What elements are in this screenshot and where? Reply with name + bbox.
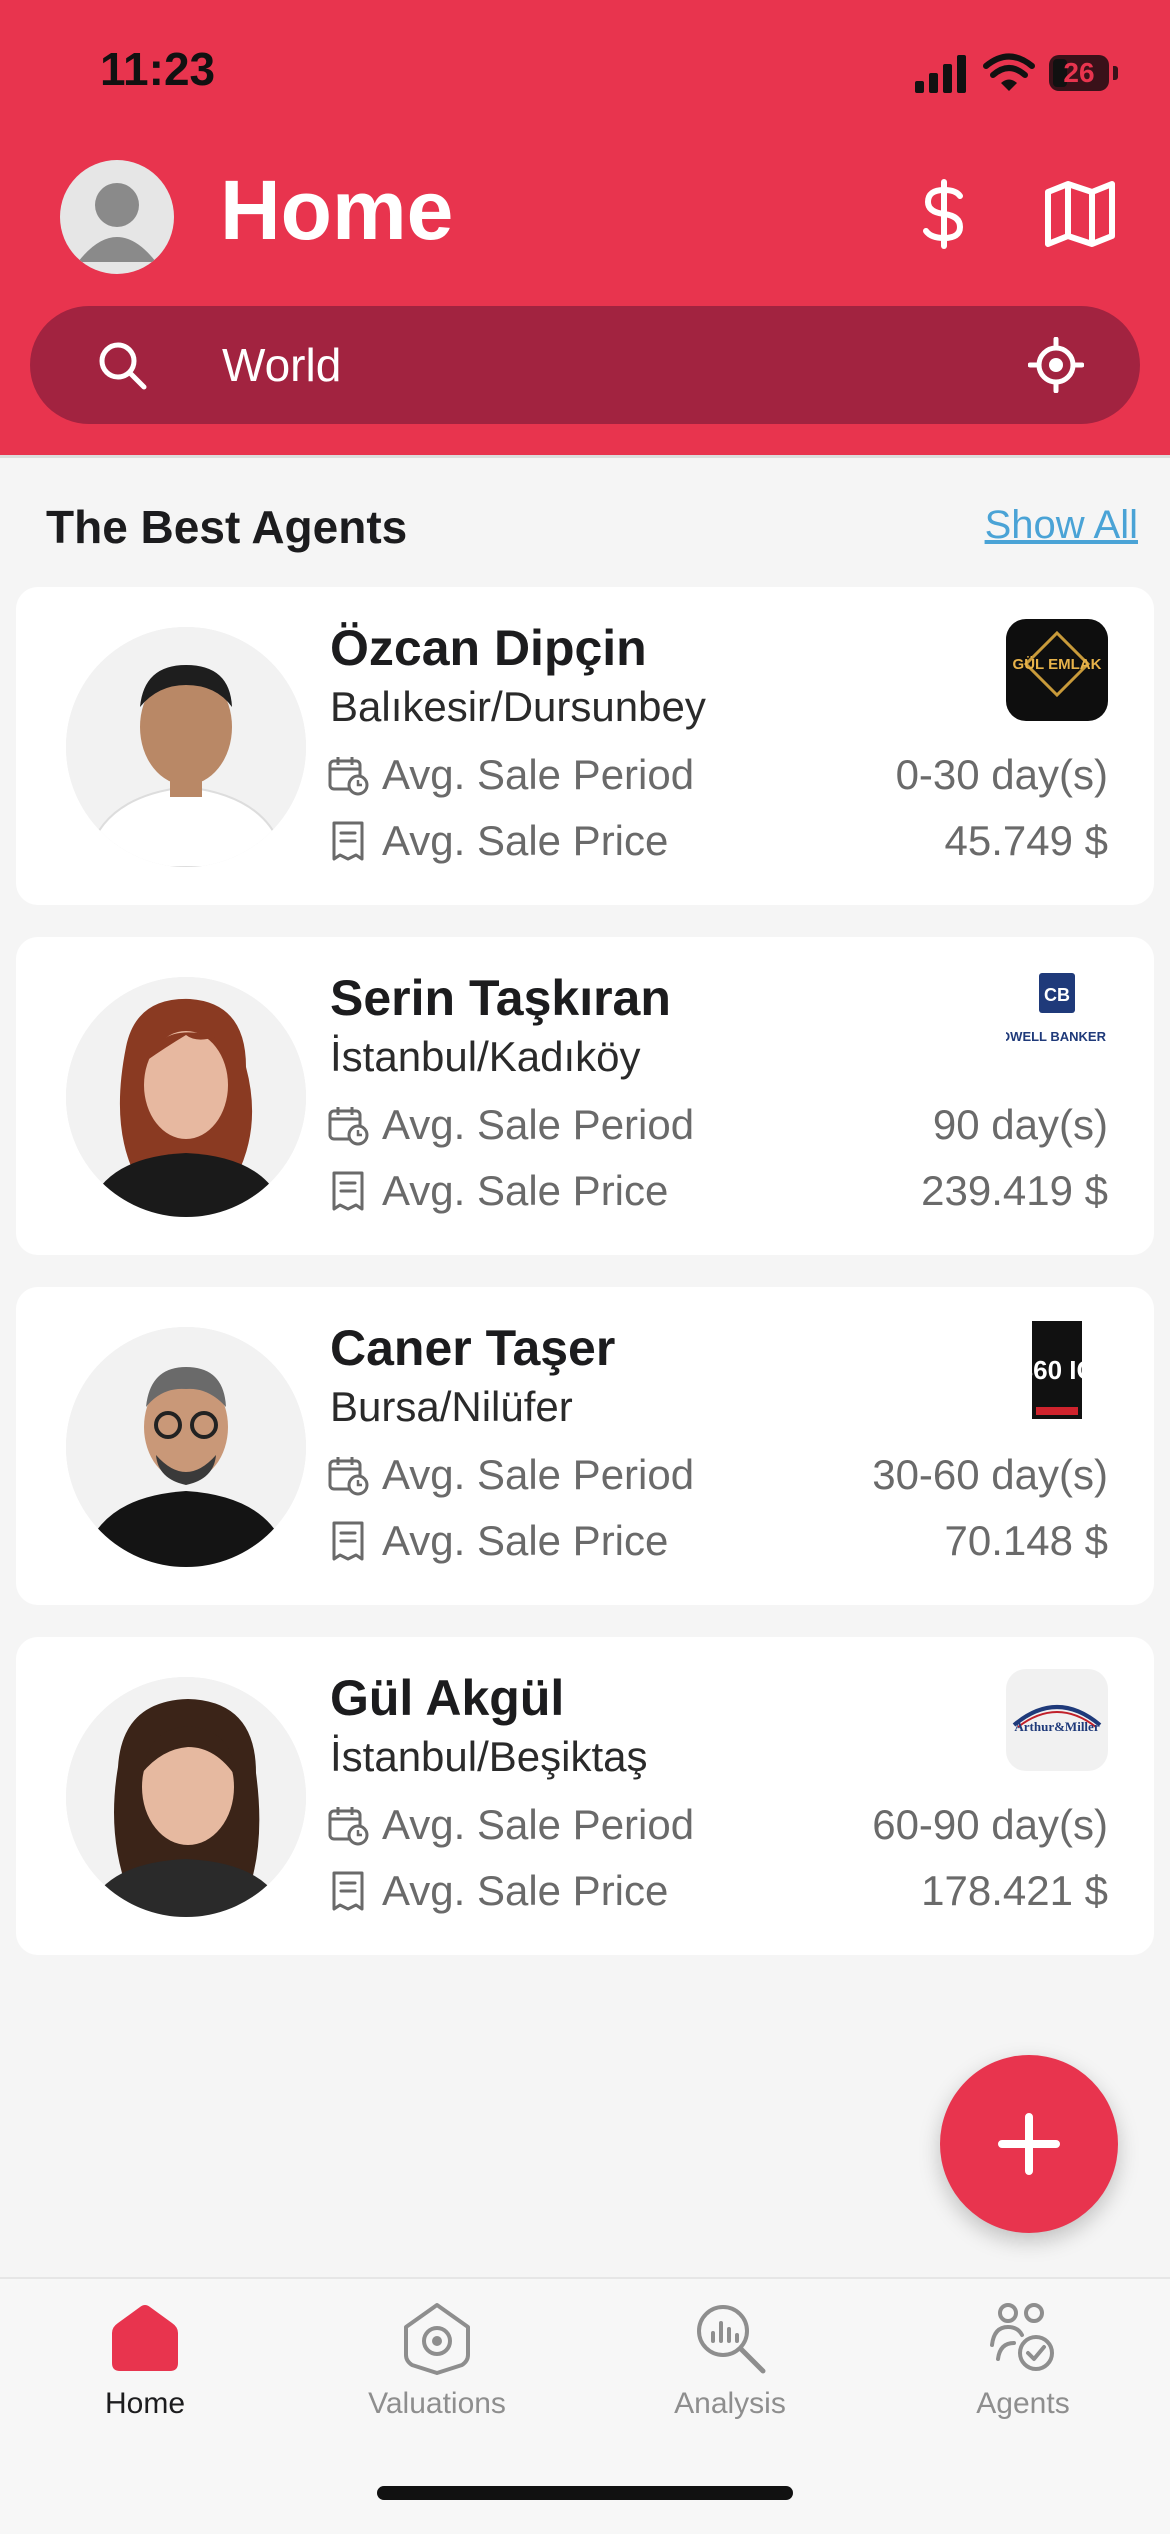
sale-price-row: Avg. Sale Price 239.419 $ (326, 1163, 1108, 1219)
tab-agents[interactable]: Agents (913, 2299, 1133, 2421)
user-icon (78, 183, 156, 262)
tab-label: Agents (976, 2387, 1070, 2420)
sale-period-label: Avg. Sale Period (382, 1801, 695, 1848)
agent-photo (66, 1327, 306, 1567)
plus-icon (998, 2113, 1060, 2175)
tab-label: Valuations (368, 2387, 506, 2420)
sale-period-value: 90 day(s) (932, 1101, 1108, 1148)
sale-period-label: Avg. Sale Period (382, 751, 695, 798)
battery-level: 26 (1063, 57, 1095, 88)
sale-price-value: 70.148 $ (944, 1517, 1109, 1564)
battery-icon: 26 (1049, 55, 1109, 91)
search-input[interactable]: World (222, 338, 341, 392)
agency-logo: Arthur&Miller (1006, 1669, 1108, 1771)
sale-period-label: Avg. Sale Period (382, 1101, 695, 1148)
add-button[interactable] (940, 2055, 1118, 2233)
agent-name: Serin Taşkıran (330, 970, 671, 1026)
agent-name: Özcan Dipçin (330, 620, 647, 676)
tab-analysis[interactable]: Analysis (620, 2299, 840, 2421)
sale-price-label: Avg. Sale Price (382, 1867, 669, 1914)
status-icons: 26 (913, 50, 1118, 96)
status-time: 11:23 (100, 43, 216, 95)
tab-label: Home (104, 2387, 186, 2420)
signal-icon (915, 55, 966, 93)
agent-name: Caner Taşer (330, 1320, 616, 1376)
receipt-icon (332, 1871, 364, 1911)
sale-period-row: Avg. Sale Period 0-30 day(s) (326, 747, 1108, 803)
receipt-icon (332, 821, 364, 861)
agency-logo-text: GÜL EMLAK (1013, 656, 1102, 673)
agency-logo-text: 360 IC (1019, 1355, 1096, 1385)
sale-price-label: Avg. Sale Price (382, 817, 669, 864)
tab-home[interactable]: Home (35, 2299, 255, 2421)
sale-period-value: 30-60 day(s) (872, 1451, 1108, 1498)
agent-location: İstanbul/Beşiktaş (330, 1733, 648, 1780)
agent-location: Bursa/Nilüfer (330, 1383, 573, 1430)
receipt-icon (332, 1521, 364, 1561)
agent-photo (66, 977, 306, 1217)
sale-price-row: Avg. Sale Price 178.421 $ (326, 1863, 1108, 1919)
sale-period-row: Avg. Sale Period 90 day(s) (326, 1097, 1108, 1153)
agent-photo (66, 1677, 306, 1917)
sale-period-value: 60-90 day(s) (872, 1801, 1108, 1848)
sale-price-value: 45.749 $ (944, 817, 1109, 864)
agent-card[interactable]: Serin Taşkıran İstanbul/Kadıköy CB COLDW… (16, 937, 1154, 1255)
agents-check-icon (990, 2303, 1054, 2371)
receipt-icon (332, 1171, 364, 1211)
calendar-clock-icon (328, 1107, 369, 1146)
agent-location: Balıkesir/Dursunbey (330, 683, 706, 730)
dollar-icon[interactable] (906, 176, 982, 252)
sale-period-label: Avg. Sale Period (382, 1451, 695, 1498)
agent-name: Gül Akgül (330, 1670, 565, 1726)
battery-tip (1113, 66, 1118, 80)
calendar-clock-icon (328, 757, 369, 796)
agency-logo-text: COLDWELL BANKER TRIO (1006, 1029, 1108, 1044)
tab-label: Analysis (674, 2387, 786, 2420)
location-target-icon[interactable] (1028, 337, 1084, 393)
home-indicator (377, 2486, 793, 2500)
show-all-link[interactable]: Show All (985, 503, 1138, 548)
sale-price-value: 178.421 $ (921, 1867, 1108, 1914)
home-location-icon (404, 2303, 470, 2375)
search-icon (99, 342, 147, 390)
header-divider (0, 455, 1170, 458)
calendar-clock-icon (328, 1457, 369, 1496)
tab-valuations[interactable]: Valuations (327, 2299, 547, 2421)
agent-location: İstanbul/Kadıköy (330, 1033, 641, 1080)
app-header: 11:23 26 Home World (0, 0, 1170, 455)
agent-card[interactable]: Caner Taşer Bursa/Nilüfer 360 IC Avg. Sa… (16, 1287, 1154, 1605)
agency-logo: 360 IC (1006, 1319, 1108, 1421)
sale-price-value: 239.419 $ (921, 1167, 1108, 1214)
agent-card[interactable]: Gül Akgül İstanbul/Beşiktaş Arthur&Mille… (16, 1637, 1154, 1955)
agency-logo: CB COLDWELL BANKER TRIO (1006, 969, 1108, 1071)
sale-price-row: Avg. Sale Price 45.749 $ (326, 813, 1108, 869)
sale-period-row: Avg. Sale Period 30-60 day(s) (326, 1447, 1108, 1503)
section-title: The Best Agents (46, 501, 408, 553)
agent-photo (66, 627, 306, 867)
calendar-clock-icon (328, 1807, 369, 1846)
sale-period-value: 0-30 day(s) (895, 751, 1108, 798)
sale-price-row: Avg. Sale Price 70.148 $ (326, 1513, 1108, 1569)
sale-price-label: Avg. Sale Price (382, 1167, 669, 1214)
search-bar[interactable]: World (30, 306, 1140, 424)
wifi-icon (983, 53, 1035, 91)
sale-period-row: Avg. Sale Period 60-90 day(s) (326, 1797, 1108, 1853)
agent-card[interactable]: Özcan Dipçin Balıkesir/Dursunbey GÜL EML… (16, 587, 1154, 905)
agency-logo-text: Arthur&Miller (1014, 1719, 1099, 1734)
map-icon[interactable] (1042, 176, 1118, 252)
svg-text:CB: CB (1044, 985, 1070, 1005)
analysis-search-icon (697, 2305, 766, 2374)
profile-avatar[interactable] (60, 160, 174, 274)
sale-price-label: Avg. Sale Price (382, 1517, 669, 1564)
agency-logo: GÜL EMLAK (1006, 619, 1108, 721)
home-icon (112, 2305, 178, 2371)
page-title: Home (220, 163, 454, 257)
